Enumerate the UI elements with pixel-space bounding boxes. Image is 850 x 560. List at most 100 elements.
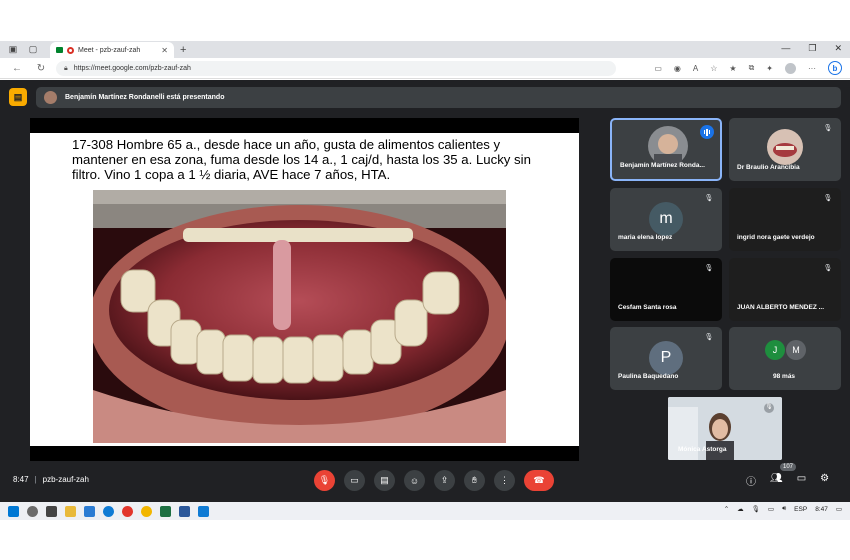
present-button[interactable]: ⇪ bbox=[434, 470, 455, 491]
participant-count-badge: 107 bbox=[780, 463, 797, 471]
app-icon[interactable] bbox=[198, 505, 209, 517]
participant-tile[interactable]: 🎙︎ Cesfam Santa rosa bbox=[610, 258, 722, 321]
language-indicator[interactable]: ESP bbox=[794, 506, 807, 513]
emoji-button[interactable]: ☺ bbox=[404, 470, 425, 491]
profile-avatar[interactable] bbox=[785, 62, 796, 74]
cloud-icon[interactable]: ☁︎ bbox=[737, 505, 744, 513]
restore-icon[interactable]: ❐ bbox=[808, 43, 816, 54]
activities-icon[interactable]: ⚙︎ bbox=[820, 473, 829, 488]
windows-taskbar: ⌃ ☁︎ 🎙︎ ▭ 🔊︎ ESP 8:47 ▭ bbox=[0, 502, 850, 520]
clinical-photo bbox=[93, 190, 506, 443]
people-icon[interactable]: 👥︎ bbox=[770, 473, 783, 488]
more-participants-label: 98 más bbox=[773, 373, 796, 380]
presenting-text: Benjamín Martínez Rondanelli está presen… bbox=[65, 94, 225, 101]
info-icon[interactable]: ⓘ bbox=[746, 473, 756, 488]
more-icon[interactable]: ··· bbox=[808, 64, 816, 73]
self-name: Mónica Astorga bbox=[678, 446, 727, 453]
participant-tile[interactable]: 🎙︎ ingrid nora gaete verdejo bbox=[729, 188, 841, 251]
favorites-bar-icon[interactable]: ★ bbox=[729, 64, 736, 73]
mic-off-icon: 🎙︎ bbox=[704, 265, 714, 272]
meeting-time: 8:47 bbox=[13, 475, 29, 484]
participant-photo bbox=[648, 126, 688, 166]
tab-actions-icon[interactable]: ▢ bbox=[26, 43, 40, 57]
participant-avatar: M bbox=[786, 340, 806, 360]
mouth-image bbox=[93, 190, 506, 443]
captions-button[interactable]: ▤ bbox=[374, 470, 395, 491]
word-icon[interactable] bbox=[179, 505, 190, 517]
screen: ▣ ▢ Meet - pzb-zauf-zah ✕ + — ❐ ✕ ← ↻ 🔒︎… bbox=[0, 0, 850, 560]
participant-name: ingrid nora gaete verdejo bbox=[737, 234, 815, 241]
participant-avatar: m bbox=[649, 202, 683, 236]
volume-icon[interactable]: 🔊︎ bbox=[782, 505, 786, 513]
meet-favicon-icon bbox=[56, 47, 63, 53]
start-icon[interactable] bbox=[8, 505, 19, 517]
participant-tile[interactable]: 🎙︎ JUAN ALBERTO MENDEZ ... bbox=[729, 258, 841, 321]
mic-icon[interactable]: 🎙︎ bbox=[752, 505, 760, 513]
browser-tab-strip: ▣ ▢ Meet - pzb-zauf-zah ✕ + — ❐ ✕ bbox=[0, 41, 850, 58]
more-participants-tile[interactable]: J M 98 más bbox=[729, 327, 841, 390]
participant-tile-presenter[interactable]: Benjamín Martínez Ronda... bbox=[610, 118, 722, 181]
participant-tile[interactable]: m 🎙︎ maria elena lopez bbox=[610, 188, 722, 251]
excel-icon[interactable] bbox=[160, 505, 171, 517]
presentation-icon[interactable]: ▤ bbox=[9, 88, 27, 106]
chat-icon[interactable]: ▭ bbox=[797, 473, 806, 488]
network-icon[interactable]: ▭ bbox=[768, 505, 774, 513]
close-window-icon[interactable]: ✕ bbox=[834, 43, 842, 54]
mic-off-icon: 🎙︎ bbox=[764, 403, 774, 413]
url-field[interactable]: 🔒︎ https://meet.google.com/pzb-zauf-zah bbox=[56, 61, 616, 76]
participant-tile[interactable]: P 🎙︎ Paulina Baquedano bbox=[610, 327, 722, 390]
workspaces-icon[interactable]: ▣ bbox=[6, 43, 20, 57]
task-view-icon[interactable] bbox=[46, 505, 57, 517]
mic-off-icon: 🎙︎ bbox=[823, 265, 833, 272]
participant-tile[interactable]: 🎙︎ Dr Braulio Arancibia bbox=[729, 118, 841, 181]
end-call-button[interactable]: ☎︎ bbox=[524, 470, 554, 491]
system-tray: ⌃ ☁︎ 🎙︎ ▭ 🔊︎ ESP 8:47 ▭ bbox=[724, 505, 842, 513]
notifications-icon[interactable]: ▭ bbox=[836, 505, 842, 513]
mic-in-use-icon[interactable]: ◉ bbox=[674, 64, 681, 73]
browser-toolbar: ▭ ◉ A ☆ ★ ⧉ ✦ ··· b bbox=[654, 61, 842, 75]
call-controls: 🎙︎ ▭ ▤ ☺ ⇪ ✋︎ ⋮ ☎︎ bbox=[314, 470, 554, 491]
search-icon[interactable] bbox=[27, 505, 38, 517]
presenting-banner: Benjamín Martínez Rondanelli está presen… bbox=[36, 87, 841, 108]
participant-photo bbox=[767, 129, 803, 165]
more-options-button[interactable]: ⋮ bbox=[494, 470, 515, 491]
camera-in-use-icon[interactable]: ▭ bbox=[654, 64, 662, 73]
participant-name: Benjamín Martínez Ronda... bbox=[620, 162, 705, 169]
participant-avatar: J bbox=[765, 340, 785, 360]
side-controls: ⓘ 👥︎ ▭ ⚙︎ bbox=[746, 473, 829, 488]
speaking-icon bbox=[700, 125, 714, 139]
address-bar-row: ← ↻ 🔒︎ https://meet.google.com/pzb-zauf-… bbox=[0, 58, 850, 79]
chrome-icon[interactable] bbox=[141, 505, 152, 517]
raise-hand-button[interactable]: ✋︎ bbox=[464, 470, 485, 491]
meet-window: ▤ Benjamín Martínez Rondanelli está pres… bbox=[0, 80, 850, 502]
participant-name: Paulina Baquedano bbox=[618, 373, 679, 380]
file-explorer-icon[interactable] bbox=[65, 505, 76, 517]
camera-button[interactable]: ▭ bbox=[344, 470, 365, 491]
presentation-slide: 17-308 Hombre 65 a., desde hace un año, … bbox=[30, 133, 579, 446]
tab-meet[interactable]: Meet - pzb-zauf-zah ✕ bbox=[50, 42, 174, 58]
app-icon[interactable] bbox=[122, 505, 133, 517]
bing-icon[interactable]: b bbox=[828, 61, 842, 75]
meeting-code: pzb-zauf-zah bbox=[42, 475, 89, 484]
back-icon[interactable]: ← bbox=[10, 63, 24, 74]
extensions-icon[interactable]: ✦ bbox=[766, 64, 773, 73]
new-tab-button[interactable]: + bbox=[180, 44, 186, 56]
collections-icon[interactable]: ⧉ bbox=[749, 63, 755, 73]
mic-off-icon: 🎙︎ bbox=[704, 334, 714, 341]
close-tab-icon[interactable]: ✕ bbox=[161, 46, 168, 55]
mic-off-icon: 🎙︎ bbox=[704, 195, 714, 202]
reload-icon[interactable]: ↻ bbox=[34, 63, 48, 74]
recording-icon bbox=[67, 46, 74, 54]
chevron-up-icon[interactable]: ⌃ bbox=[724, 505, 729, 513]
minimize-icon[interactable]: — bbox=[781, 43, 790, 54]
edge-icon[interactable] bbox=[103, 505, 114, 517]
meeting-info: 8:47 | pzb-zauf-zah bbox=[13, 475, 89, 484]
mic-off-button[interactable]: 🎙︎ bbox=[314, 470, 335, 491]
outlook-icon[interactable] bbox=[84, 505, 95, 517]
self-view[interactable]: 🎙︎ Mónica Astorga bbox=[668, 397, 782, 460]
mic-off-icon: 🎙︎ bbox=[823, 125, 833, 132]
participant-name: Cesfam Santa rosa bbox=[618, 304, 677, 311]
clock[interactable]: 8:47 bbox=[815, 506, 828, 513]
read-aloud-icon[interactable]: A bbox=[693, 64, 698, 73]
favorite-icon[interactable]: ☆ bbox=[710, 64, 717, 73]
